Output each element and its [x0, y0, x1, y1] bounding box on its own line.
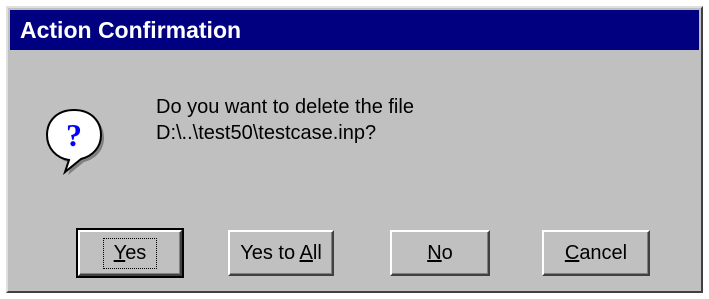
yes-button[interactable]: Yes [76, 228, 184, 278]
no-button-label: No [427, 241, 453, 264]
yes-to-all-button-label: Yes to All [240, 241, 322, 264]
yes-button-label: Yes [102, 237, 158, 269]
svg-text:?: ? [66, 117, 82, 153]
dialog-message: Do you want to delete the file D:\..\tes… [156, 94, 414, 146]
yes-to-all-button[interactable]: Yes to All [228, 230, 334, 276]
message-line-1: Do you want to delete the file [156, 96, 414, 118]
question-icon: ? [43, 106, 105, 176]
confirmation-dialog: Action Confirmation ? Do you want to del… [6, 6, 703, 293]
cancel-button-label: Cancel [564, 241, 628, 264]
no-button[interactable]: No [390, 230, 490, 276]
dialog-title[interactable]: Action Confirmation [10, 10, 699, 50]
cancel-button[interactable]: Cancel [542, 230, 650, 276]
message-line-2: D:\..\test50\testcase.inp? [156, 122, 377, 144]
